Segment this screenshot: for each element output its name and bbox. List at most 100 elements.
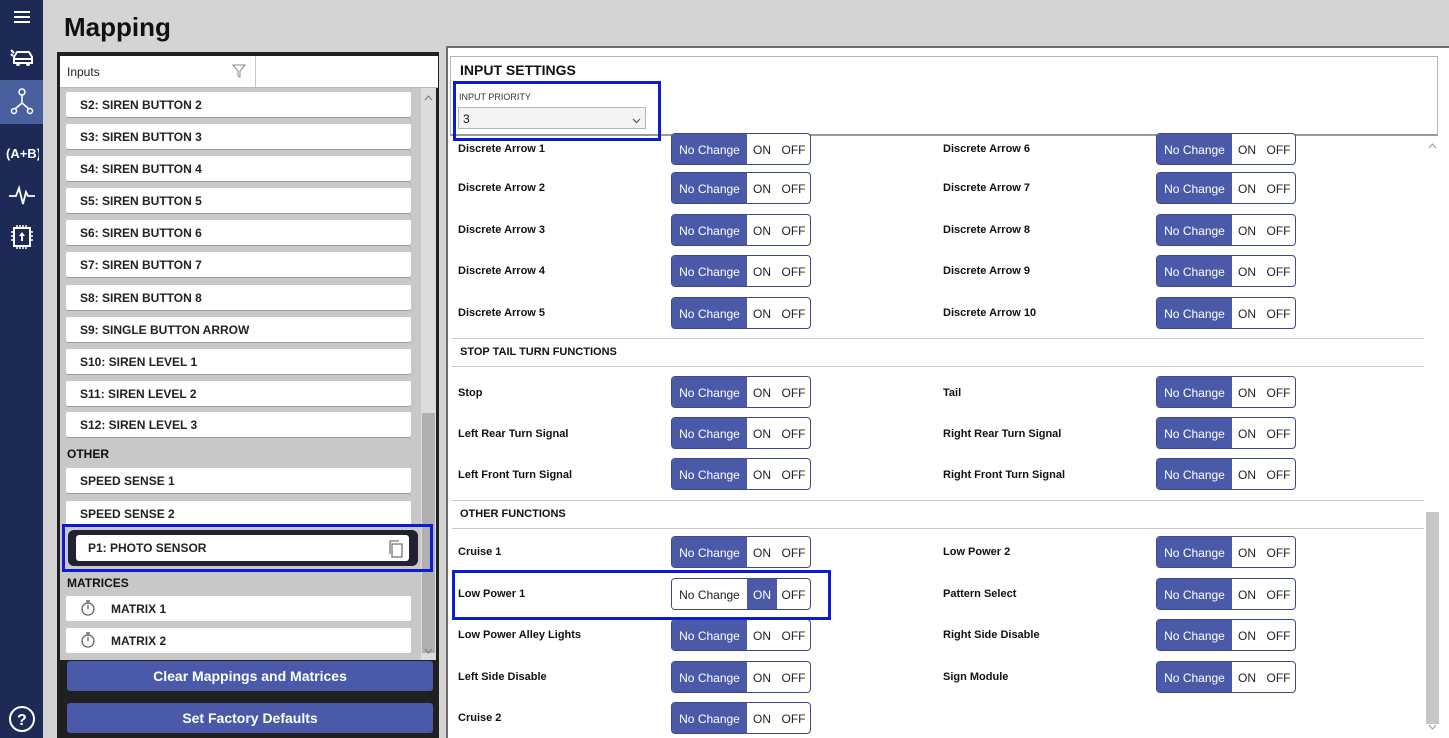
state-toggle[interactable]: No Change ON OFF [1156,297,1296,329]
list-item[interactable]: S7: SIREN BUTTON 7 [66,252,411,277]
state-toggle[interactable]: No Change ON OFF [1156,214,1296,246]
off-option[interactable]: OFF [777,134,810,164]
mapping-icon[interactable] [0,80,43,124]
off-option[interactable]: OFF [777,459,810,489]
on-option[interactable]: ON [747,662,777,692]
off-option[interactable]: OFF [1262,173,1295,203]
pulse-icon[interactable] [0,176,43,214]
no-change-option[interactable]: No Change [672,134,747,164]
on-option[interactable]: ON [1232,298,1262,328]
state-toggle[interactable]: No Change ON OFF [1156,172,1296,204]
no-change-option[interactable]: No Change [672,620,747,650]
scroll-up-icon[interactable] [424,95,433,101]
logic-icon[interactable]: (A+B) [0,134,43,172]
menu-icon[interactable] [0,0,43,34]
on-option[interactable]: ON [747,256,777,286]
scroll-up-icon[interactable] [1428,143,1437,149]
state-toggle[interactable]: No Change ON OFF [671,458,811,490]
state-toggle[interactable]: No Change ON OFF [671,417,811,449]
no-change-option[interactable]: No Change [1157,459,1232,489]
no-change-option[interactable]: No Change [672,215,747,245]
no-change-option[interactable]: No Change [1157,377,1232,407]
on-option[interactable]: ON [1232,459,1262,489]
state-toggle[interactable]: No Change ON OFF [671,255,811,287]
no-change-option[interactable]: No Change [672,703,747,733]
off-option[interactable]: OFF [777,620,810,650]
state-toggle[interactable]: No Change ON OFF [671,536,811,568]
list-item[interactable]: S12: SIREN LEVEL 3 [66,412,411,437]
off-option[interactable]: OFF [1262,377,1295,407]
on-option[interactable]: ON [747,537,777,567]
state-toggle[interactable]: No Change ON OFF [671,661,811,693]
no-change-option[interactable]: No Change [672,256,747,286]
no-change-option[interactable]: No Change [1157,537,1232,567]
on-option[interactable]: ON [1232,662,1262,692]
on-option[interactable]: ON [1232,134,1262,164]
state-toggle[interactable]: No Change ON OFF [671,297,811,329]
off-option[interactable]: OFF [777,703,810,733]
list-item[interactable]: S11: SIREN LEVEL 2 [66,381,411,406]
state-toggle[interactable]: No Change ON OFF [1156,458,1296,490]
off-option[interactable]: OFF [1262,256,1295,286]
on-option[interactable]: ON [1232,579,1262,609]
off-option[interactable]: OFF [1262,537,1295,567]
list-item[interactable]: S3: SIREN BUTTON 3 [66,124,411,149]
off-option[interactable]: OFF [777,418,810,448]
no-change-option[interactable]: No Change [1157,173,1232,203]
on-option[interactable]: ON [1232,256,1262,286]
off-option[interactable]: OFF [1262,579,1295,609]
no-change-option[interactable]: No Change [1157,418,1232,448]
list-item[interactable]: S8: SIREN BUTTON 8 [66,285,411,310]
off-option[interactable]: OFF [1262,298,1295,328]
state-toggle[interactable]: No Change ON OFF [671,619,811,651]
on-option[interactable]: ON [747,459,777,489]
list-item[interactable]: SPEED SENSE 2 [66,501,411,526]
matrix-item[interactable]: MATRIX 2 [66,628,411,653]
no-change-option[interactable]: No Change [1157,579,1232,609]
list-item[interactable]: S4: SIREN BUTTON 4 [66,156,411,181]
list-item[interactable]: S2: SIREN BUTTON 2 [66,92,411,117]
no-change-option[interactable]: No Change [1157,215,1232,245]
on-option[interactable]: ON [1232,620,1262,650]
state-toggle[interactable]: No Change ON OFF [671,702,811,734]
matrix-item[interactable]: MATRIX 1 [66,596,411,621]
off-option[interactable]: OFF [777,377,810,407]
off-option[interactable]: OFF [777,537,810,567]
on-option[interactable]: ON [1232,537,1262,567]
no-change-option[interactable]: No Change [1157,662,1232,692]
list-item[interactable]: S6: SIREN BUTTON 6 [66,220,411,245]
settings-scrollbar-thumb[interactable] [1426,512,1439,724]
on-option[interactable]: ON [747,377,777,407]
off-option[interactable]: OFF [777,173,810,203]
list-item[interactable]: S9: SINGLE BUTTON ARROW [66,317,411,342]
on-option[interactable]: ON [1232,418,1262,448]
off-option[interactable]: OFF [777,256,810,286]
no-change-option[interactable]: No Change [1157,298,1232,328]
off-option[interactable]: OFF [1262,215,1295,245]
on-option[interactable]: ON [1232,215,1262,245]
no-change-option[interactable]: No Change [672,459,747,489]
list-item[interactable]: SPEED SENSE 1 [66,468,411,493]
state-toggle[interactable]: No Change ON OFF [1156,417,1296,449]
state-toggle[interactable]: No Change ON OFF [1156,619,1296,651]
off-option[interactable]: OFF [1262,418,1295,448]
list-item[interactable]: S5: SIREN BUTTON 5 [66,188,411,213]
state-toggle[interactable]: No Change ON OFF [1156,133,1296,165]
on-option[interactable]: ON [747,215,777,245]
on-option[interactable]: ON [747,298,777,328]
no-change-option[interactable]: No Change [672,298,747,328]
factory-defaults-button[interactable]: Set Factory Defaults [67,703,433,733]
chip-icon[interactable] [0,218,43,256]
on-option[interactable]: ON [1232,173,1262,203]
filter-icon[interactable] [231,64,247,83]
off-option[interactable]: OFF [777,298,810,328]
state-toggle[interactable]: No Change ON OFF [1156,376,1296,408]
state-toggle[interactable]: No Change ON OFF [1156,578,1296,610]
clear-mappings-button[interactable]: Clear Mappings and Matrices [67,661,433,691]
scroll-down-icon[interactable] [1428,724,1437,730]
state-toggle[interactable]: No Change ON OFF [1156,255,1296,287]
no-change-option[interactable]: No Change [1157,256,1232,286]
no-change-option[interactable]: No Change [672,377,747,407]
off-option[interactable]: OFF [1262,459,1295,489]
no-change-option[interactable]: No Change [672,418,747,448]
